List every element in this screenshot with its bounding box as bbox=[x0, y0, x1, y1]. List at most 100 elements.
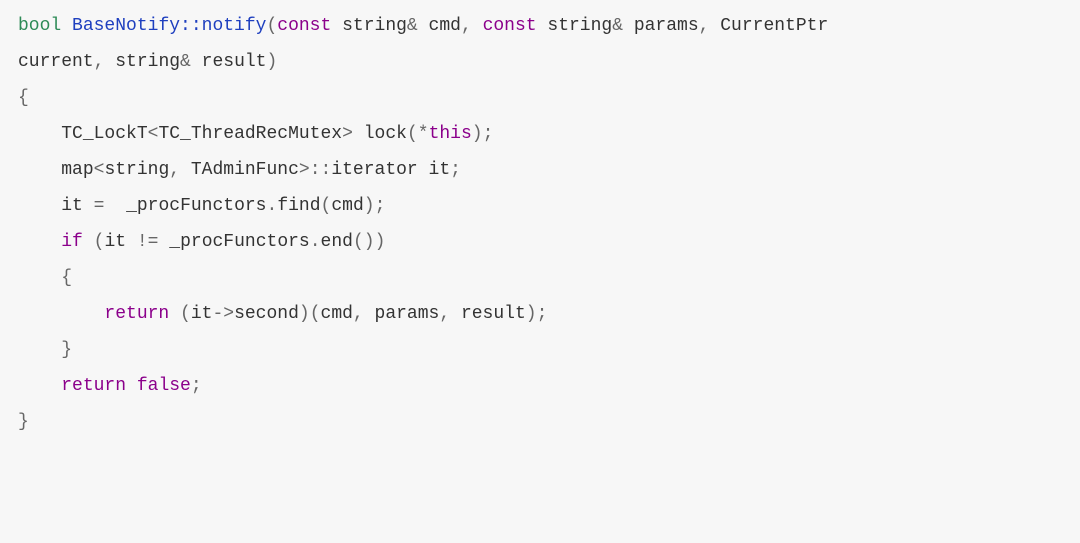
space bbox=[353, 124, 364, 144]
code-line-11: { bbox=[18, 260, 1062, 296]
type-mutex: TC_ThreadRecMutex bbox=[158, 124, 342, 144]
comma: , bbox=[461, 16, 483, 36]
comma: , bbox=[439, 304, 461, 324]
brace-open: { bbox=[18, 88, 29, 108]
paren-close: ) bbox=[266, 52, 277, 72]
indent bbox=[18, 124, 61, 144]
paren-close: ) bbox=[375, 232, 386, 252]
type-string: string bbox=[547, 16, 612, 36]
type-tadminfunc: TAdminFunc bbox=[191, 160, 299, 180]
var-it: it bbox=[429, 160, 451, 180]
angle-close: > bbox=[342, 124, 353, 144]
var-procfunctors: _procFunctors bbox=[169, 232, 309, 252]
star: * bbox=[418, 124, 429, 144]
paren-open: ( bbox=[266, 16, 277, 36]
param-current: current bbox=[18, 52, 94, 72]
amp: & bbox=[180, 52, 191, 72]
space bbox=[169, 304, 180, 324]
space bbox=[126, 232, 137, 252]
angle-open: < bbox=[148, 124, 159, 144]
paren-close: ) bbox=[472, 124, 483, 144]
var-lock: lock bbox=[364, 124, 407, 144]
paren-open: ( bbox=[310, 304, 321, 324]
comma: , bbox=[699, 16, 721, 36]
paren-close: ) bbox=[364, 196, 375, 216]
code-line-4: TC_LockT<TC_ThreadRecMutex> lock(*this); bbox=[18, 116, 1062, 152]
space bbox=[104, 196, 126, 216]
semicolon: ; bbox=[483, 124, 494, 144]
code-line-6: map<string, TAdminFunc>::iterator it; bbox=[18, 152, 1062, 188]
var-it: it bbox=[191, 304, 213, 324]
amp: & bbox=[612, 16, 623, 36]
indent bbox=[18, 196, 61, 216]
method-end: end bbox=[321, 232, 353, 252]
indent bbox=[18, 340, 61, 360]
eq: = bbox=[94, 196, 105, 216]
space bbox=[61, 16, 72, 36]
type-map: map bbox=[61, 160, 93, 180]
code-line-12: return (it->second)(cmd, params, result)… bbox=[18, 296, 1062, 332]
brace-open: { bbox=[61, 268, 72, 288]
angle-close: > bbox=[299, 160, 310, 180]
paren-open: ( bbox=[321, 196, 332, 216]
space bbox=[158, 232, 169, 252]
type-tclockt: TC_LockT bbox=[61, 124, 147, 144]
keyword-if: if bbox=[61, 232, 83, 252]
type-string: string bbox=[115, 52, 180, 72]
paren-close: ) bbox=[364, 232, 375, 252]
paren-close: ) bbox=[299, 304, 310, 324]
space bbox=[83, 196, 94, 216]
code-line-1: bool BaseNotify::notify(const string& cm… bbox=[18, 8, 1062, 44]
brace-close: } bbox=[61, 340, 72, 360]
param-params: params bbox=[634, 16, 699, 36]
code-line-2: current, string& result) bbox=[18, 44, 1062, 80]
keyword-const: const bbox=[483, 16, 537, 36]
keyword-const: const bbox=[277, 16, 331, 36]
indent bbox=[18, 268, 61, 288]
space bbox=[537, 16, 548, 36]
code-line-10: if (it != _procFunctors.end()) bbox=[18, 224, 1062, 260]
semicolon: ; bbox=[537, 304, 548, 324]
paren-open: ( bbox=[353, 232, 364, 252]
keyword-this: this bbox=[429, 124, 472, 144]
dot: . bbox=[310, 232, 321, 252]
indent bbox=[18, 232, 61, 252]
arrow: -> bbox=[212, 304, 234, 324]
double-colon: :: bbox=[310, 160, 332, 180]
angle-open: < bbox=[94, 160, 105, 180]
keyword-return: return bbox=[61, 376, 126, 396]
code-line-13: } bbox=[18, 332, 1062, 368]
space bbox=[418, 16, 429, 36]
semicolon: ; bbox=[375, 196, 386, 216]
arg-cmd: cmd bbox=[331, 196, 363, 216]
keyword-false: false bbox=[137, 376, 191, 396]
space bbox=[418, 160, 429, 180]
var-it: it bbox=[104, 232, 126, 252]
indent bbox=[18, 160, 61, 180]
space bbox=[126, 376, 137, 396]
method-find: find bbox=[277, 196, 320, 216]
comma: , bbox=[169, 160, 191, 180]
space bbox=[331, 16, 342, 36]
space bbox=[191, 52, 202, 72]
neq: != bbox=[137, 232, 159, 252]
dot: . bbox=[267, 196, 278, 216]
type-string: string bbox=[104, 160, 169, 180]
space bbox=[623, 16, 634, 36]
brace-close: } bbox=[18, 412, 29, 432]
var-procfunctors: _procFunctors bbox=[126, 196, 266, 216]
code-line-15: } bbox=[18, 404, 1062, 440]
paren-open: ( bbox=[180, 304, 191, 324]
arg-cmd: cmd bbox=[321, 304, 353, 324]
keyword-return: return bbox=[104, 304, 169, 324]
paren-open: ( bbox=[94, 232, 105, 252]
param-result: result bbox=[202, 52, 267, 72]
semicolon: ; bbox=[191, 376, 202, 396]
arg-params: params bbox=[375, 304, 440, 324]
iterator: iterator bbox=[331, 160, 417, 180]
paren-close: ) bbox=[526, 304, 537, 324]
code-line-3: { bbox=[18, 80, 1062, 116]
space bbox=[83, 232, 94, 252]
arg-result: result bbox=[461, 304, 526, 324]
indent bbox=[18, 304, 104, 324]
